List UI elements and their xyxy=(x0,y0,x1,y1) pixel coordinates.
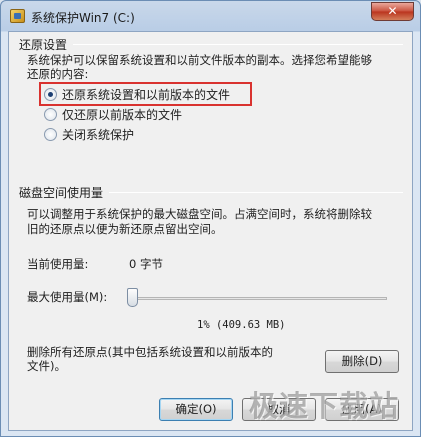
radio-button[interactable] xyxy=(44,107,57,121)
max-usage-slider-track[interactable] xyxy=(129,297,387,300)
ok-button[interactable]: 确定(O) xyxy=(159,398,233,421)
delete-description-line2: 文件)。 xyxy=(27,359,66,373)
restore-settings-heading: 还原设置 xyxy=(19,38,68,52)
delete-button[interactable]: 删除(D) xyxy=(325,350,399,373)
section-divider xyxy=(109,192,403,193)
section-divider xyxy=(73,44,403,45)
max-usage-slider-thumb[interactable] xyxy=(126,288,138,307)
radio-label: 关闭系统保护 xyxy=(62,127,135,142)
restore-description-line2: 还原的内容: xyxy=(27,67,89,81)
window-title: 系统保护Win7 (C:) xyxy=(31,11,135,25)
current-usage-label: 当前使用量: xyxy=(27,257,89,271)
close-button[interactable]: ✕ xyxy=(371,2,414,21)
radio-restore-files-only[interactable]: 仅还原以前版本的文件 xyxy=(44,105,182,123)
max-usage-label: 最大使用量(M): xyxy=(27,290,108,304)
dialog-window: 系统保护Win7 (C:) ✕ 还原设置 系统保护可以保留系统设置和以前文件版本… xyxy=(0,0,421,437)
radio-restore-all[interactable]: 还原系统设置和以前版本的文件 xyxy=(44,85,230,103)
system-protection-icon xyxy=(10,9,25,23)
dialog-client-area: 还原设置 系统保护可以保留系统设置和以前文件版本的副本。选择您希望能够 还原的内… xyxy=(8,31,413,431)
watermark-text: 极速下载站 xyxy=(249,389,400,423)
radio-turn-off-protection[interactable]: 关闭系统保护 xyxy=(44,125,134,143)
current-usage-value: 0 字节 xyxy=(129,257,163,271)
radio-button[interactable] xyxy=(44,127,57,141)
radio-button-checked[interactable] xyxy=(44,87,57,101)
radio-label: 仅还原以前版本的文件 xyxy=(62,107,183,122)
title-bar[interactable]: 系统保护Win7 (C:) ✕ xyxy=(1,1,420,31)
slider-value-text: 1% (409.63 MB) xyxy=(197,319,286,331)
radio-label: 还原系统设置和以前版本的文件 xyxy=(62,87,231,102)
disk-description-line2: 旧的还原点以便为新还原点留出空间。 xyxy=(27,222,223,236)
disk-description-line1: 可以调整用于系统保护的最大磁盘空间。占满空间时，系统将删除较 xyxy=(27,207,372,221)
disk-usage-heading: 磁盘空间使用量 xyxy=(19,186,104,200)
